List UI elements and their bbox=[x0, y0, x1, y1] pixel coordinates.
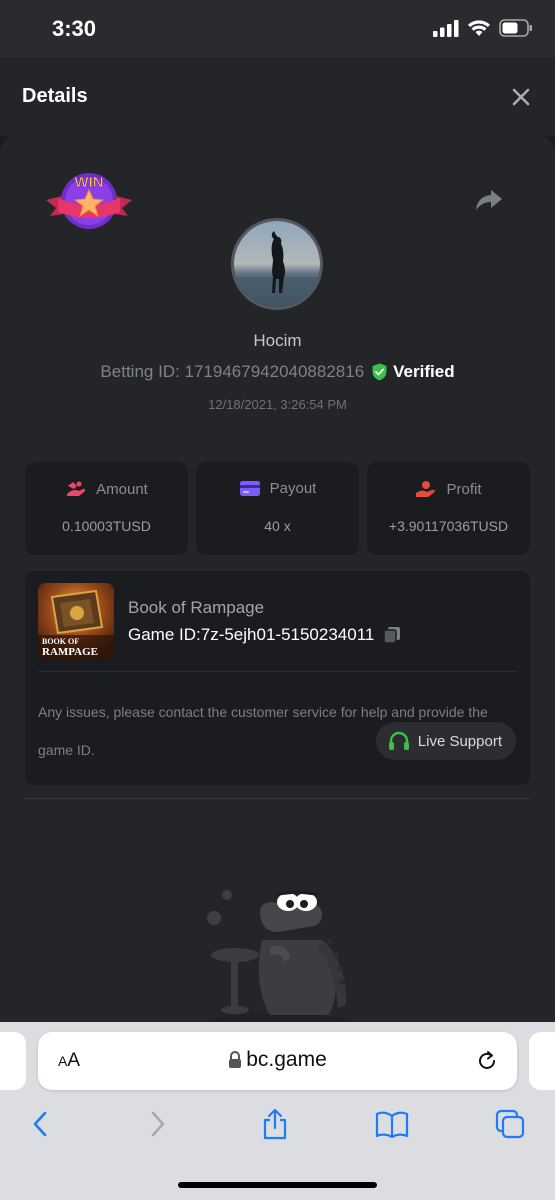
stat-amount-value: 0.10003TUSD bbox=[62, 518, 151, 534]
copy-icon[interactable] bbox=[382, 625, 402, 645]
game-id: Game ID:7z-5ejh01-5150234011 bbox=[128, 625, 375, 644]
browser-toolbar bbox=[0, 1106, 555, 1150]
stat-profit: Profit +3.90117036TUSD bbox=[367, 462, 530, 555]
stat-payout: Payout 40 x bbox=[196, 462, 359, 555]
stat-amount: Amount 0.10003TUSD bbox=[25, 462, 188, 555]
forward-button[interactable] bbox=[140, 1106, 176, 1142]
tabs-button[interactable] bbox=[492, 1106, 528, 1142]
status-icons bbox=[433, 19, 533, 37]
browser-bottom-bar: AA bc.game bbox=[0, 1022, 555, 1200]
page-title: Details bbox=[22, 85, 88, 107]
betting-id-row: Betting ID: 1719467942040882816 Verified bbox=[0, 362, 555, 382]
game-name[interactable]: Book of Rampage bbox=[128, 598, 264, 618]
details-header: Details bbox=[0, 58, 555, 136]
profit-hand-icon bbox=[416, 481, 436, 497]
share-icon bbox=[263, 1108, 287, 1140]
book-icon bbox=[375, 1111, 409, 1138]
live-support-button[interactable]: Live Support bbox=[375, 722, 516, 760]
card-divider bbox=[38, 671, 517, 672]
win-badge-icon: WIN bbox=[46, 173, 132, 229]
section-divider bbox=[25, 798, 530, 799]
wifi-icon bbox=[468, 20, 490, 36]
amount-icon bbox=[67, 481, 86, 496]
chevron-right-icon bbox=[151, 1111, 165, 1137]
close-icon[interactable] bbox=[509, 85, 533, 109]
bookmarks-button[interactable] bbox=[374, 1106, 410, 1142]
username: Hocim bbox=[253, 331, 302, 350]
home-indicator bbox=[178, 1182, 377, 1188]
thumb-title-2: RAMPAGE bbox=[42, 646, 98, 658]
card-icon bbox=[239, 481, 260, 496]
betting-id: Betting ID: 1719467942040882816 bbox=[100, 362, 365, 381]
chevron-left-icon bbox=[33, 1111, 47, 1137]
back-button[interactable] bbox=[22, 1106, 58, 1142]
address-bar[interactable]: AA bc.game bbox=[38, 1032, 517, 1090]
stat-amount-label: Amount bbox=[96, 480, 148, 498]
thumb-title-1: BOOK OF bbox=[42, 637, 79, 646]
status-bar: 3:30 bbox=[0, 0, 555, 58]
url-display: bc.game bbox=[38, 1048, 517, 1072]
win-badge-text: WIN bbox=[74, 174, 103, 191]
bet-timestamp: 12/18/2021, 3:26:54 PM bbox=[208, 397, 347, 412]
headset-icon bbox=[388, 731, 409, 750]
live-support-label: Live Support bbox=[417, 732, 502, 750]
signal-icon bbox=[433, 20, 459, 37]
verified-status: Verified bbox=[372, 362, 455, 382]
stat-payout-value: 40 x bbox=[264, 518, 291, 534]
url-text: bc.game bbox=[246, 1048, 327, 1071]
reload-icon[interactable] bbox=[475, 1049, 499, 1073]
battery-icon bbox=[499, 19, 532, 37]
stat-payout-label: Payout bbox=[269, 480, 317, 497]
share-arrow-icon[interactable] bbox=[475, 188, 503, 212]
game-id-row: Game ID:7z-5ejh01-5150234011 bbox=[128, 625, 402, 645]
next-tab-peek[interactable] bbox=[529, 1032, 555, 1090]
tabs-icon bbox=[495, 1109, 525, 1139]
status-time: 3:30 bbox=[52, 16, 97, 41]
share-button[interactable] bbox=[257, 1106, 293, 1142]
stat-profit-label: Profit bbox=[446, 480, 482, 498]
shield-check-icon bbox=[372, 363, 387, 381]
game-thumbnail[interactable]: BOOK OF RAMPAGE bbox=[38, 583, 114, 659]
crocodile-mascot-icon bbox=[207, 890, 350, 1030]
lock-icon bbox=[229, 1051, 242, 1068]
verified-label: Verified bbox=[393, 362, 455, 381]
game-card: BOOK OF RAMPAGE Book of Rampage Game ID:… bbox=[25, 571, 530, 785]
stat-profit-value: +3.90117036TUSD bbox=[388, 518, 509, 534]
previous-tab-peek[interactable] bbox=[0, 1032, 26, 1090]
avatar bbox=[231, 218, 323, 310]
